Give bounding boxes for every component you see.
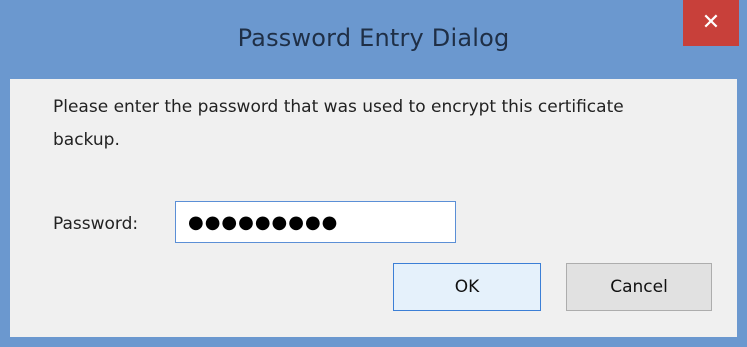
dialog-body: Please enter the password that was used … (10, 79, 737, 337)
ok-button[interactable]: OK (393, 263, 541, 311)
title-bar[interactable]: Password Entry Dialog ✕ (0, 0, 747, 79)
cancel-button[interactable]: Cancel (566, 263, 712, 311)
close-button[interactable]: ✕ (683, 0, 739, 46)
close-icon: ✕ (701, 10, 721, 35)
cancel-button-label: Cancel (610, 277, 668, 297)
ok-button-label: OK (454, 277, 480, 297)
instruction-text: Please enter the password that was used … (53, 97, 624, 150)
password-masked-value: ●●●●●●●●● (188, 211, 339, 233)
password-label: Password: (53, 214, 139, 234)
dialog-title: Password Entry Dialog (237, 24, 510, 52)
password-field[interactable]: ●●●●●●●●● (175, 201, 456, 243)
password-entry-dialog: Password Entry Dialog ✕ Please enter the… (0, 0, 747, 347)
